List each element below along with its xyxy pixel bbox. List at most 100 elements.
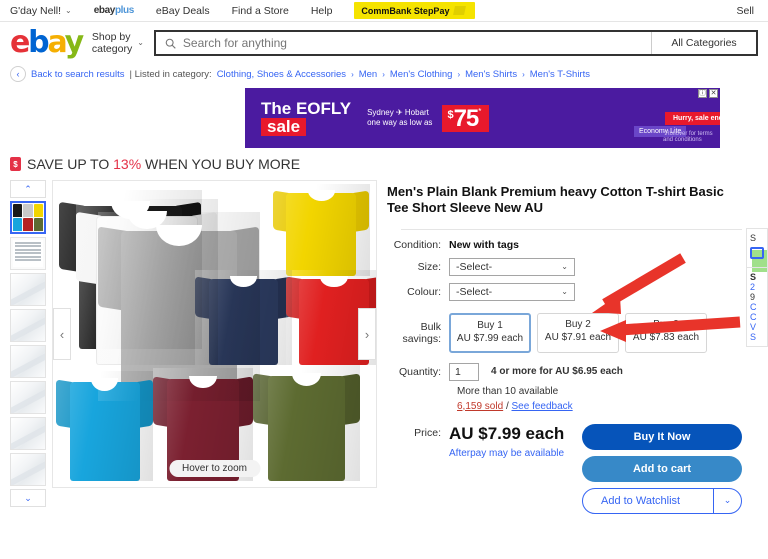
buy-it-now-button[interactable]: Buy It Now — [582, 423, 742, 450]
bulk-tier-buy-2[interactable]: Buy 2 AU $7.91 each — [537, 312, 619, 353]
shop-by-category-menu[interactable]: Shop by category ⌄ — [92, 31, 144, 55]
bulk-tier-qty: Buy 2 — [565, 318, 591, 330]
help-link[interactable]: Help — [311, 5, 333, 17]
account-greeting-menu[interactable]: G'day Nell! ⌄ — [10, 5, 72, 17]
promo-percent: 13% — [113, 156, 142, 172]
watchlist-dropdown-toggle[interactable]: ⌄ — [713, 488, 741, 513]
tshirt-yellow — [272, 184, 370, 276]
ad-price-amount: 75 — [453, 104, 480, 132]
find-a-store-link[interactable]: Find a Store — [232, 5, 289, 17]
add-to-watchlist-button[interactable]: Add to Watchlist ⌄ — [582, 487, 742, 514]
price-label: Price: — [414, 426, 441, 439]
category-select[interactable]: All Categories — [651, 32, 756, 54]
commbank-steppay-badge[interactable]: CommBank StepPay — [354, 2, 476, 19]
add-to-cart-button[interactable]: Add to cart — [582, 455, 742, 482]
price-value: AU $7.99 each — [449, 423, 565, 443]
bulk-tier-qty: Buy 3 — [653, 318, 679, 330]
ad-route-line1: Sydney ✈ Hobart — [367, 108, 429, 117]
thumbnail-fabric-image — [11, 346, 45, 377]
thumbnail-fabric-6[interactable] — [10, 453, 46, 486]
thumbnail-fabric-image — [11, 382, 45, 413]
image-next-button[interactable]: › — [358, 308, 376, 360]
ebay-deals-link[interactable]: eBay Deals — [156, 5, 210, 17]
colour-select[interactable]: -Select- ⌄ — [449, 282, 575, 301]
sell-link[interactable]: Sell — [736, 5, 758, 17]
see-feedback-link[interactable]: See feedback — [512, 401, 573, 412]
advertisement-zone: The EOFLY sale Sydney ✈ Hobart one way a… — [0, 88, 768, 272]
size-row: Size: -Select- ⌄ — [387, 257, 742, 276]
price-tag-icon — [10, 157, 21, 171]
breadcrumb-item-clothing[interactable]: Clothing, Shoes & Accessories — [217, 69, 346, 80]
chevron-down-icon: ⌄ — [65, 6, 72, 15]
afterpay-note[interactable]: Afterpay may be available — [449, 448, 564, 459]
main-product-image[interactable]: ‹ › Hover to zoom — [52, 180, 377, 488]
size-select[interactable]: -Select- ⌄ — [449, 257, 575, 276]
image-prev-button[interactable]: ‹ — [53, 308, 71, 360]
thumbnail-colour-grid[interactable] — [10, 201, 46, 234]
thumbnail-fabric-image — [11, 274, 45, 305]
chevron-right-icon: › — [382, 69, 385, 79]
product-main: ⌃ ⌄ ‹ › Hover to zoom Men's Plain Blank … — [0, 180, 768, 514]
quantity-input[interactable]: 1 — [449, 362, 479, 381]
sold-count-link[interactable]: 6,159 sold — [457, 401, 503, 412]
chevron-left-icon: ‹ — [16, 69, 20, 79]
thumbnail-scroll-down-button[interactable]: ⌄ — [10, 489, 46, 507]
condition-label: Condition: — [393, 238, 441, 251]
shop-by-line-2: category — [91, 43, 133, 55]
thumbnail-size-chart[interactable] — [10, 237, 46, 270]
price-and-actions: Price: AU $7.99 each Afterpay may be ava… — [387, 423, 742, 514]
category-select-value: All Categories — [671, 37, 737, 49]
ad-close-icon[interactable]: ✕ — [709, 89, 718, 98]
thumbnail-fabric-5[interactable] — [10, 417, 46, 450]
thumbnail-fabric-4[interactable] — [10, 381, 46, 414]
back-to-search-results-link[interactable]: Back to search results — [31, 69, 124, 80]
logo-letter-b: b — [28, 25, 50, 60]
ad-terms-text: *Rollover for terms and conditions — [663, 131, 713, 143]
chevron-left-icon: ‹ — [59, 326, 65, 342]
rail-button-icon[interactable] — [750, 247, 764, 259]
breadcrumb-item-mens-tshirts[interactable]: Men's T-Shirts — [530, 69, 590, 80]
ad-info-icon[interactable]: ⓘ — [698, 89, 707, 98]
ebay-plus-link[interactable]: ebayplus — [94, 5, 135, 16]
rail-card-top[interactable]: S — [746, 228, 768, 267]
right-sidebar-clipped: S S 2 9 C C V S — [746, 228, 768, 347]
bulk-savings-banner: SAVE UP TO 13% WHEN YOU BUY MORE — [0, 148, 768, 180]
back-button[interactable]: ‹ — [10, 66, 26, 82]
thumbnail-fabric-3[interactable] — [10, 345, 46, 378]
promo-text-after: WHEN YOU BUY MORE — [145, 156, 301, 172]
rail-card-seller[interactable]: S 2 9 C C V S — [746, 267, 768, 347]
colour-label: Colour: — [407, 285, 441, 298]
thumbnail-scroll-up-button[interactable]: ⌃ — [10, 180, 46, 198]
quantity-label: Quantity: — [398, 365, 441, 378]
thumbnail-fabric-image — [11, 310, 45, 341]
ebay-logo[interactable]: ebay — [10, 25, 84, 60]
bulk-savings-row: Bulk savings: Buy 1 AU $7.99 each Buy 2 … — [387, 312, 742, 353]
chevron-down-icon: ⌄ — [723, 495, 732, 505]
bulk-tier-buy-3[interactable]: Buy 3 AU $7.83 each — [625, 312, 707, 353]
rail-text-line: V — [750, 322, 757, 332]
chevron-down-icon: ⌄ — [561, 287, 568, 296]
thumbnail-strip: ⌃ ⌄ — [10, 180, 46, 514]
shop-by-line-1: Shop by — [91, 30, 131, 43]
chevron-right-icon: › — [351, 69, 354, 79]
product-photo-tshirts — [53, 181, 376, 487]
virgin-australia-ad-banner[interactable]: The EOFLY sale Sydney ✈ Hobart one way a… — [245, 88, 720, 148]
colour-select-value: -Select- — [456, 285, 493, 298]
breadcrumb-item-men[interactable]: Men — [359, 69, 377, 80]
thumbnail-fabric-2[interactable] — [10, 309, 46, 342]
logo-letter-e: e — [10, 25, 30, 60]
breadcrumb-item-mens-clothing[interactable]: Men's Clothing — [390, 69, 453, 80]
search-placeholder: Search for anything — [182, 36, 287, 50]
bulk-tier-buy-1[interactable]: Buy 1 AU $7.99 each — [449, 312, 531, 353]
global-top-bar: G'day Nell! ⌄ ebayplus eBay Deals Find a… — [0, 0, 768, 22]
tshirt-navy — [195, 269, 292, 365]
hover-to-zoom-hint: Hover to zoom — [168, 460, 261, 477]
ad-route: Sydney ✈ Hobart one way as low as — [367, 108, 432, 128]
buy-box: Men's Plain Blank Premium heavy Cotton T… — [387, 180, 768, 514]
ad-price-badge: $ 75 * — [442, 104, 490, 132]
search-input[interactable]: Search for anything — [155, 32, 651, 54]
promo-text-before: SAVE UP TO — [27, 156, 110, 172]
ad-headline: The EOFLY sale — [245, 100, 351, 136]
breadcrumb-item-mens-shirts[interactable]: Men's Shirts — [465, 69, 517, 80]
thumbnail-fabric-1[interactable] — [10, 273, 46, 306]
